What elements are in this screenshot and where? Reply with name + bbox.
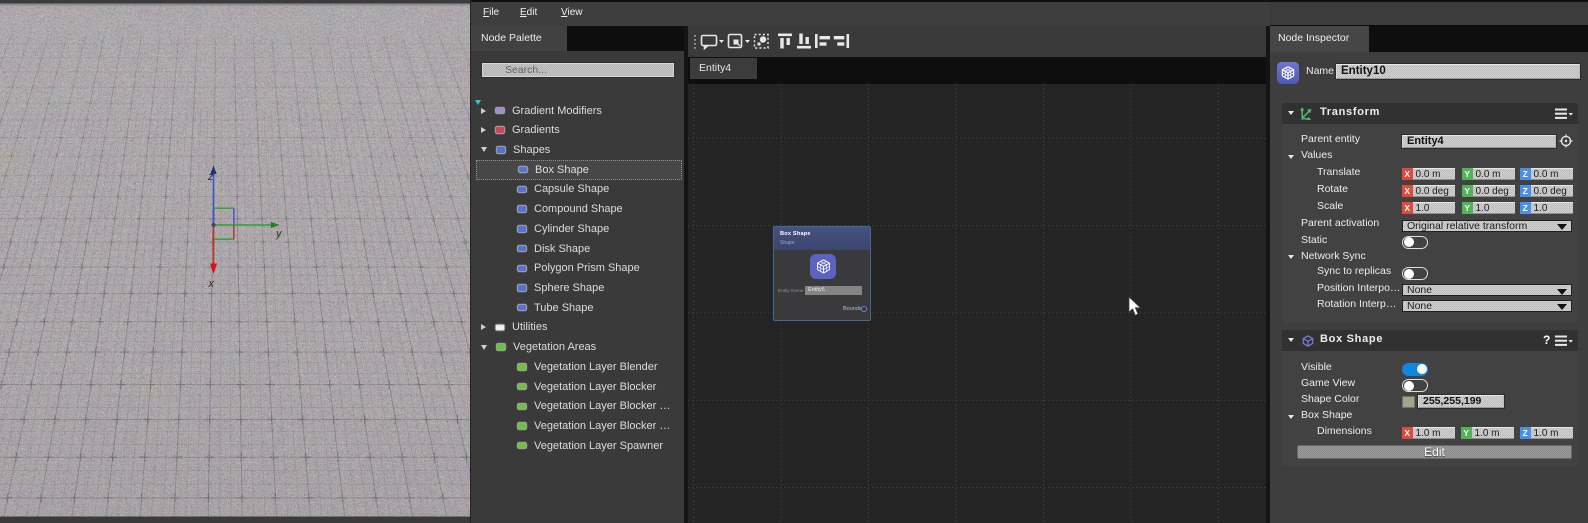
svg-text:z: z (207, 171, 214, 183)
svg-text:x: x (208, 278, 215, 290)
svg-text:y: y (275, 228, 283, 240)
